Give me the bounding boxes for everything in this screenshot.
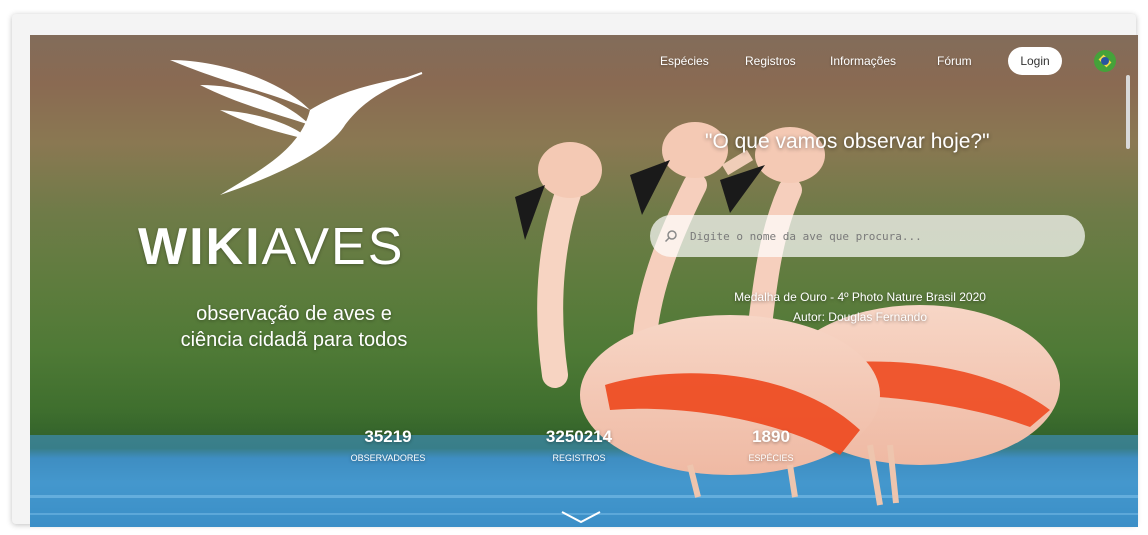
nav-informacoes[interactable]: Informações: [830, 54, 896, 68]
nav-especies[interactable]: Espécies: [660, 54, 709, 68]
scrollbar[interactable]: [1126, 75, 1130, 149]
brand-wordmark-light: AVES: [261, 218, 405, 276]
search-bar[interactable]: [650, 215, 1085, 257]
stat-value: 3250214: [545, 427, 613, 446]
login-button[interactable]: Login: [1008, 47, 1062, 75]
stat-value: 35219: [364, 427, 412, 446]
brazil-flag-icon[interactable]: [1094, 50, 1116, 72]
photo-credit-award: Medalha de Ouro - 4º Photo Nature Brasil…: [734, 290, 986, 304]
tagline: observação de aves e ciência cidadã para…: [138, 301, 450, 353]
chevron-down-icon[interactable]: [560, 509, 602, 525]
search-input[interactable]: [688, 228, 1082, 244]
photo-credit-author: Autor: Douglas Fernando: [792, 310, 928, 324]
photo-credit: Medalha de Ouro - 4º Photo Nature Brasil…: [690, 287, 1030, 327]
stat-registros: 3250214 REGISTROS: [514, 427, 644, 463]
nav-registros[interactable]: Registros: [745, 54, 796, 68]
tagline-line-1: observação de aves e: [196, 303, 392, 325]
stat-label: ESPÉCIES: [748, 453, 794, 463]
stat-observadores: 35219 OBSERVADORES: [323, 427, 453, 463]
brand-wordmark-bold: WIKI: [138, 218, 262, 276]
hummingbird-logo-icon: [170, 60, 423, 195]
nav-forum[interactable]: Fórum: [937, 54, 972, 68]
stat-especies: 1890 ESPÉCIES: [706, 427, 836, 463]
stat-value: 1890: [752, 427, 790, 446]
stat-label: OBSERVADORES: [350, 453, 426, 463]
stat-label: REGISTROS: [552, 453, 606, 463]
brand-wordmark: WIKIAVES: [138, 217, 478, 277]
tagline-line-2: ciência cidadã para todos: [180, 329, 408, 351]
hero-section: Espécies Registros Informações Fórum Log…: [30, 35, 1138, 527]
hero-question: "O que vamos observar hoje?": [705, 130, 990, 153]
search-icon: [664, 230, 677, 243]
